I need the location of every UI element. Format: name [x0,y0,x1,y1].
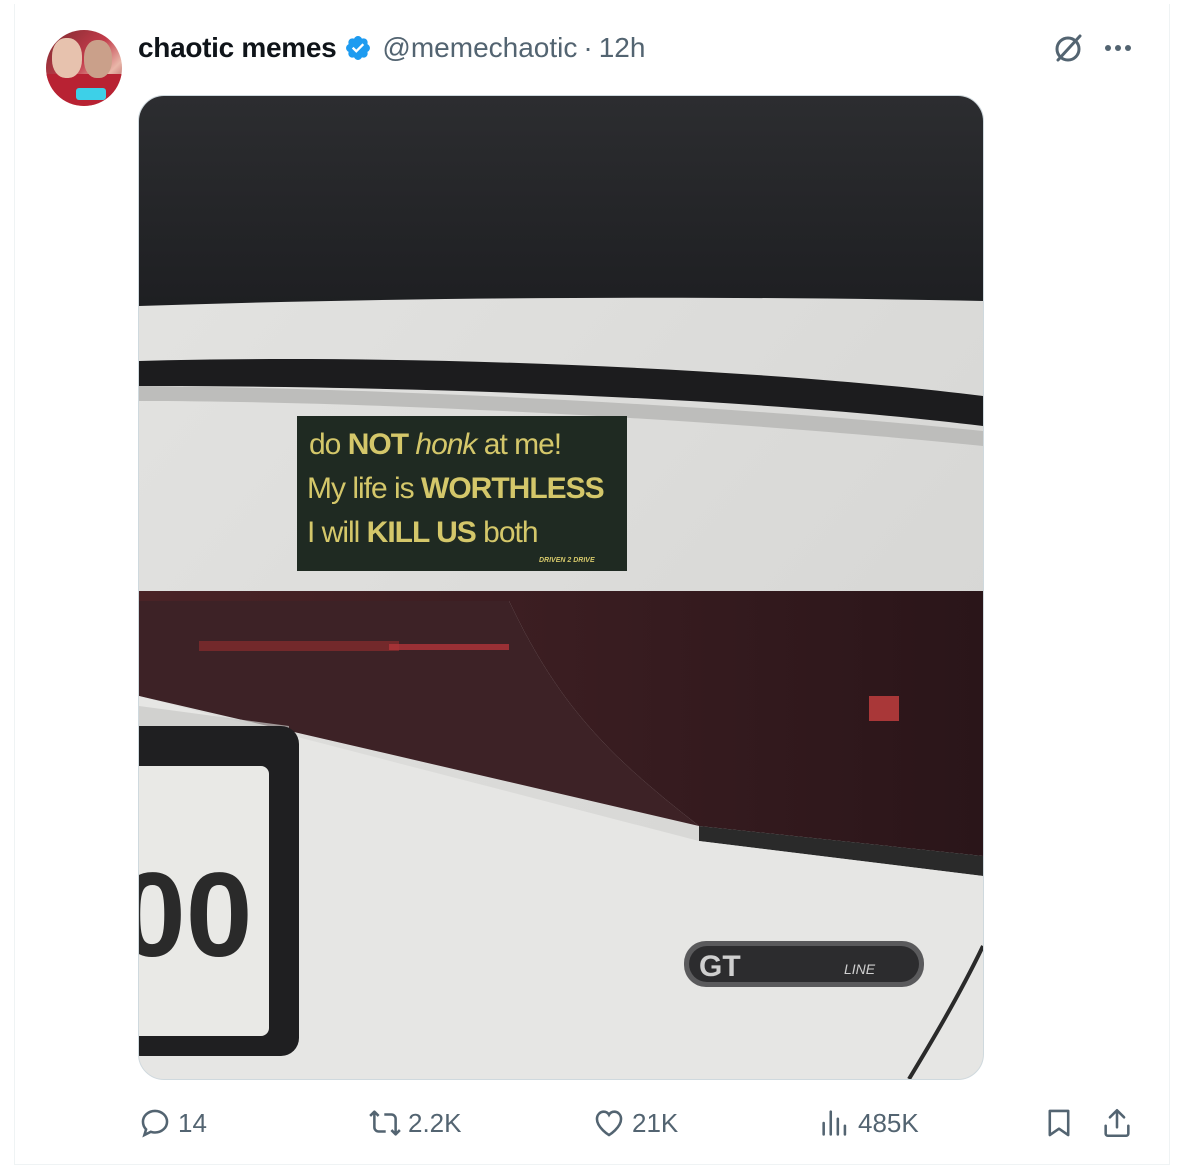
svg-text:DRIVEN 2 DRIVE: DRIVEN 2 DRIVE [539,557,595,564]
bookmark-button[interactable] [1042,1100,1076,1146]
reply-count: 14 [178,1107,207,1138]
repost-button[interactable]: 2.2K [368,1100,462,1146]
share-icon [1104,1108,1130,1138]
svg-text:My life is WORTHLESS: My life is WORTHLESS [307,472,604,505]
grok-icon[interactable] [1050,30,1086,66]
svg-text:do NOT honk at me!: do NOT honk at me! [309,428,561,461]
reply-icon [141,1109,169,1138]
share-button[interactable] [1100,1100,1134,1146]
author-name[interactable]: chaotic memes [138,32,337,64]
svg-text:LINE: LINE [844,961,876,977]
like-count: 21K [632,1107,679,1138]
repost-count: 2.2K [408,1107,462,1138]
post-header: chaotic memes @memechaotic · 12h [138,30,645,66]
plate-digits: 00 [139,848,252,982]
heart-icon [595,1110,623,1137]
separator-dot: · [583,32,593,63]
views-button[interactable]: 485K [818,1100,919,1146]
car-photo: 00 GT LINE do NOT honk at me! My life is… [139,96,983,1079]
svg-text:GT: GT [699,950,741,983]
reply-button[interactable]: 14 [138,1100,207,1146]
bookmark-icon [1048,1109,1070,1137]
svg-text:I will KILL US both: I will KILL US both [307,516,538,549]
author-handle[interactable]: @memechaotic [382,32,577,64]
more-options-icon[interactable] [1100,28,1140,68]
post-image[interactable]: 00 GT LINE do NOT honk at me! My life is… [138,95,984,1080]
verified-badge-icon [346,36,371,60]
author-avatar[interactable] [46,30,122,106]
views-count: 485K [858,1107,919,1138]
post-actions: 14 2.2K 21K 485K [0,1100,1194,1146]
bumper-sticker: do NOT honk at me! My life is WORTHLESS … [297,416,627,571]
post-time[interactable]: 12h [599,32,646,64]
analytics-icon [822,1110,847,1136]
gt-line-badge: GT LINE [684,941,924,987]
like-button[interactable]: 21K [592,1100,678,1146]
repost-icon [369,1110,401,1136]
